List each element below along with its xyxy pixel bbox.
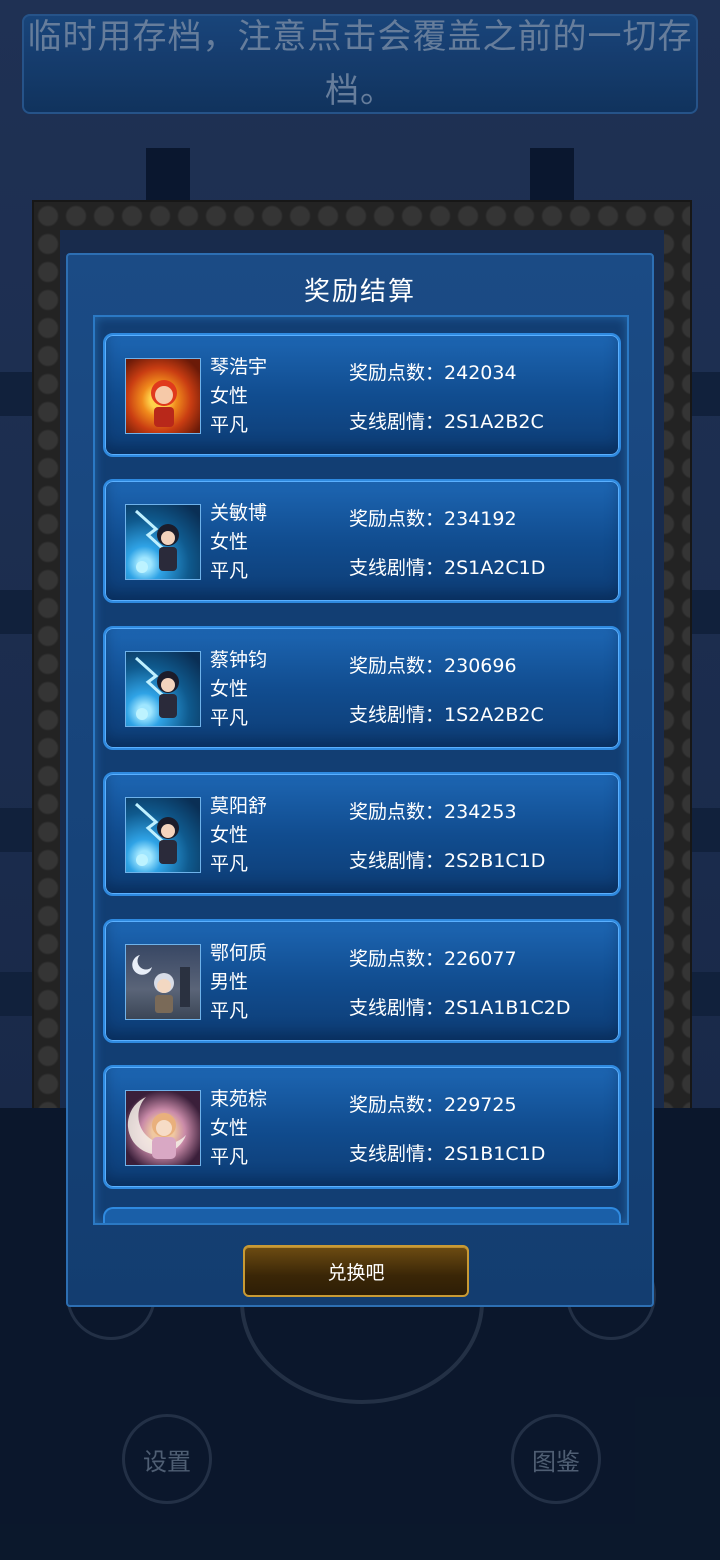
- branch-label: 支线剧情：: [349, 850, 445, 872]
- branch-label: 支线剧情：: [349, 411, 445, 433]
- lightning-warrior-avatar: [125, 504, 201, 580]
- fire-mage-avatar: [125, 358, 201, 434]
- branch-value: 2S1A1B1C2D: [444, 997, 571, 1019]
- character-name: 束苑棕: [210, 1088, 268, 1110]
- character-gender: 男性: [210, 971, 249, 993]
- character-gender: 女性: [210, 531, 249, 553]
- character-rank: 平凡: [210, 707, 249, 729]
- modal-title: 奖励结算: [303, 277, 416, 307]
- branch-value: 2S1B1C1D: [444, 1143, 546, 1165]
- character-rank: 平凡: [210, 1146, 249, 1168]
- reward-card[interactable]: 鄂何质 男性 平凡 奖励点数：226077 支线剧情：2S1A1B1C2D: [103, 919, 621, 1043]
- branch-label: 支线剧情：: [349, 557, 445, 579]
- points-label: 奖励点数：: [349, 508, 445, 530]
- points-value: 234192: [444, 508, 517, 530]
- character-gender: 女性: [210, 1117, 249, 1139]
- reward-card-partial[interactable]: [103, 1207, 621, 1223]
- character-name: 关敏博: [210, 502, 268, 524]
- points-label: 奖励点数：: [349, 801, 445, 823]
- character-rank: 平凡: [210, 414, 249, 436]
- branch-label: 支线剧情：: [349, 1143, 445, 1165]
- lightning-warrior-avatar: [125, 797, 201, 873]
- branch-value: 2S2B1C1D: [444, 850, 546, 872]
- reward-card[interactable]: 关敏博 女性 平凡 奖励点数：234192 支线剧情：2S1A2C1D: [103, 479, 621, 603]
- moon-girl-avatar: [125, 1090, 201, 1166]
- character-rank: 平凡: [210, 560, 249, 582]
- points-value: 242034: [444, 362, 517, 384]
- points-value: 230696: [444, 655, 517, 677]
- branch-label: 支线剧情：: [349, 704, 445, 726]
- character-gender: 女性: [210, 678, 249, 700]
- character-gender: 女性: [210, 385, 249, 407]
- branch-value: 2S1A2C1D: [444, 557, 546, 579]
- reward-card[interactable]: 琴浩宇 女性 平凡 奖励点数：242034 支线剧情：2S1A2B2C: [103, 333, 621, 457]
- character-rank: 平凡: [210, 853, 249, 875]
- exchange-button[interactable]: 兑换吧: [243, 1245, 469, 1297]
- points-label: 奖励点数：: [349, 655, 445, 677]
- lightning-warrior-avatar: [125, 651, 201, 727]
- character-gender: 女性: [210, 824, 249, 846]
- points-value: 226077: [444, 948, 517, 970]
- character-name: 琴浩宇: [210, 356, 268, 378]
- character-name: 莫阳舒: [210, 795, 268, 817]
- reward-card[interactable]: 莫阳舒 女性 平凡 奖励点数：234253 支线剧情：2S2B1C1D: [103, 772, 621, 896]
- character-name: 蔡钟钧: [210, 649, 268, 671]
- points-value: 234253: [444, 801, 517, 823]
- character-rank: 平凡: [210, 1000, 249, 1022]
- branch-value: 1S2A2B2C: [444, 704, 544, 726]
- reward-card[interactable]: 蔡钟钧 女性 平凡 奖励点数：230696 支线剧情：1S2A2B2C: [103, 626, 621, 750]
- reward-settlement-modal: 奖励结算 琴浩宇 女性 平凡 奖励点数：242034 支线剧情：2S1A2B2C…: [66, 253, 654, 1307]
- points-label: 奖励点数：: [349, 948, 445, 970]
- branch-value: 2S1A2B2C: [444, 411, 544, 433]
- night-graveyard-avatar: [125, 944, 201, 1020]
- character-name: 鄂何质: [210, 942, 268, 964]
- points-label: 奖励点数：: [349, 362, 445, 384]
- reward-list[interactable]: 琴浩宇 女性 平凡 奖励点数：242034 支线剧情：2S1A2B2C 关敏博 …: [93, 315, 629, 1225]
- points-value: 229725: [444, 1094, 517, 1116]
- branch-label: 支线剧情：: [349, 997, 445, 1019]
- reward-card[interactable]: 束苑棕 女性 平凡 奖励点数：229725 支线剧情：2S1B1C1D: [103, 1065, 621, 1189]
- points-label: 奖励点数：: [349, 1094, 445, 1116]
